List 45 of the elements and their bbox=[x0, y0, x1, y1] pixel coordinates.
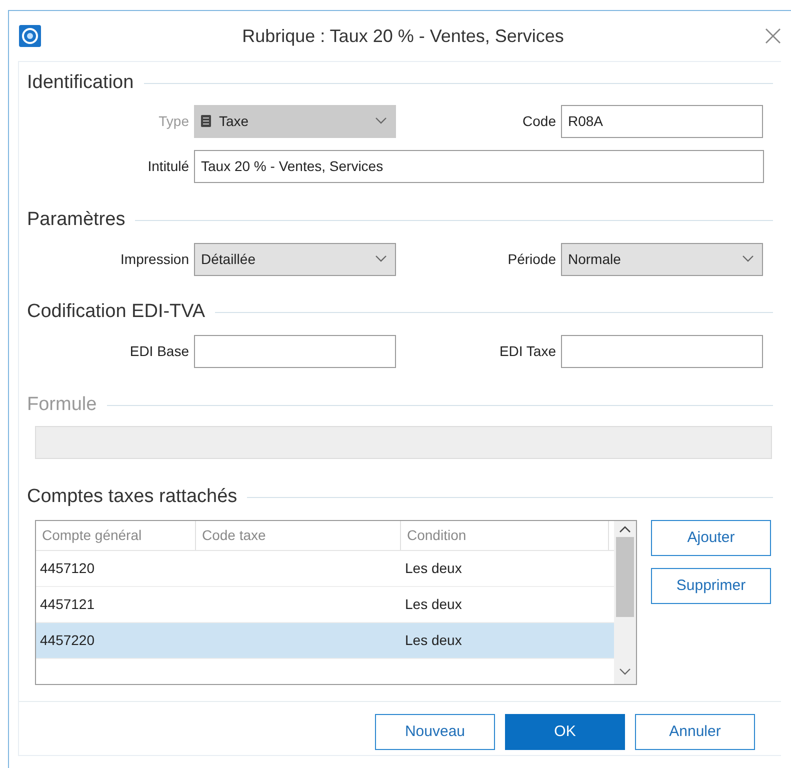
input-field[interactable]: R08A bbox=[561, 104, 763, 138]
input-field[interactable] bbox=[561, 334, 763, 368]
close-icon[interactable] bbox=[765, 28, 781, 44]
section-title: Comptes taxes rattachés bbox=[27, 484, 238, 509]
scrollbar-thumb[interactable] bbox=[616, 537, 634, 617]
table-cell-text: Les deux bbox=[404, 631, 463, 650]
table-cell-text: 4457120 bbox=[39, 559, 96, 578]
action-button[interactable]: Supprimer bbox=[651, 568, 771, 604]
section-title: Formule bbox=[27, 392, 97, 417]
field-label: Impression bbox=[120, 250, 190, 269]
scroll-up-icon[interactable] bbox=[619, 525, 631, 533]
scrollbar[interactable] bbox=[614, 521, 636, 684]
field-label: Intitulé bbox=[146, 156, 190, 176]
input-field[interactable]: Taux 20 % - Ventes, Services bbox=[194, 150, 764, 182]
dialog-button[interactable]: OK bbox=[505, 714, 625, 750]
caret-icon bbox=[742, 255, 754, 263]
field-label: EDI Base bbox=[128, 342, 190, 360]
table-cell-text: 4457121 bbox=[39, 595, 96, 614]
action-button[interactable]: Ajouter bbox=[651, 520, 771, 556]
field-label: EDI Taxe bbox=[498, 342, 557, 360]
dropdown[interactable]: Normale bbox=[561, 242, 763, 276]
window-title: Rubrique : Taux 20 % - Ventes, Services bbox=[241, 24, 565, 48]
table-row[interactable]: 4457220 Les deux bbox=[36, 623, 614, 659]
table-row[interactable]: 4457120 Les deux bbox=[36, 551, 614, 587]
column-header[interactable]: Compte général bbox=[36, 521, 196, 550]
input-field[interactable] bbox=[194, 334, 396, 368]
section-title: Paramètres bbox=[27, 208, 126, 232]
scroll-down-icon[interactable] bbox=[619, 668, 631, 676]
document-icon bbox=[201, 115, 211, 127]
dialog-button[interactable]: Nouveau bbox=[375, 714, 495, 750]
section-title: Codification EDI-TVA bbox=[27, 300, 206, 324]
column-header[interactable]: Code taxe bbox=[196, 521, 401, 550]
dropdown[interactable]: Détaillée bbox=[194, 242, 396, 276]
table-cell-text: 4457220 bbox=[39, 631, 96, 650]
field-label: Type bbox=[158, 112, 190, 131]
table-cell-text: Les deux bbox=[404, 559, 463, 578]
app-logo-icon bbox=[19, 25, 41, 47]
caret-icon bbox=[375, 117, 387, 125]
caret-icon bbox=[375, 255, 387, 263]
dialog-button[interactable]: Annuler bbox=[635, 714, 755, 750]
field-label: Code bbox=[522, 112, 557, 130]
table-cell-text: Les deux bbox=[404, 595, 463, 614]
field-label: Période bbox=[506, 250, 557, 268]
column-header[interactable]: Condition bbox=[401, 521, 609, 550]
section-title: Identification bbox=[27, 70, 134, 95]
